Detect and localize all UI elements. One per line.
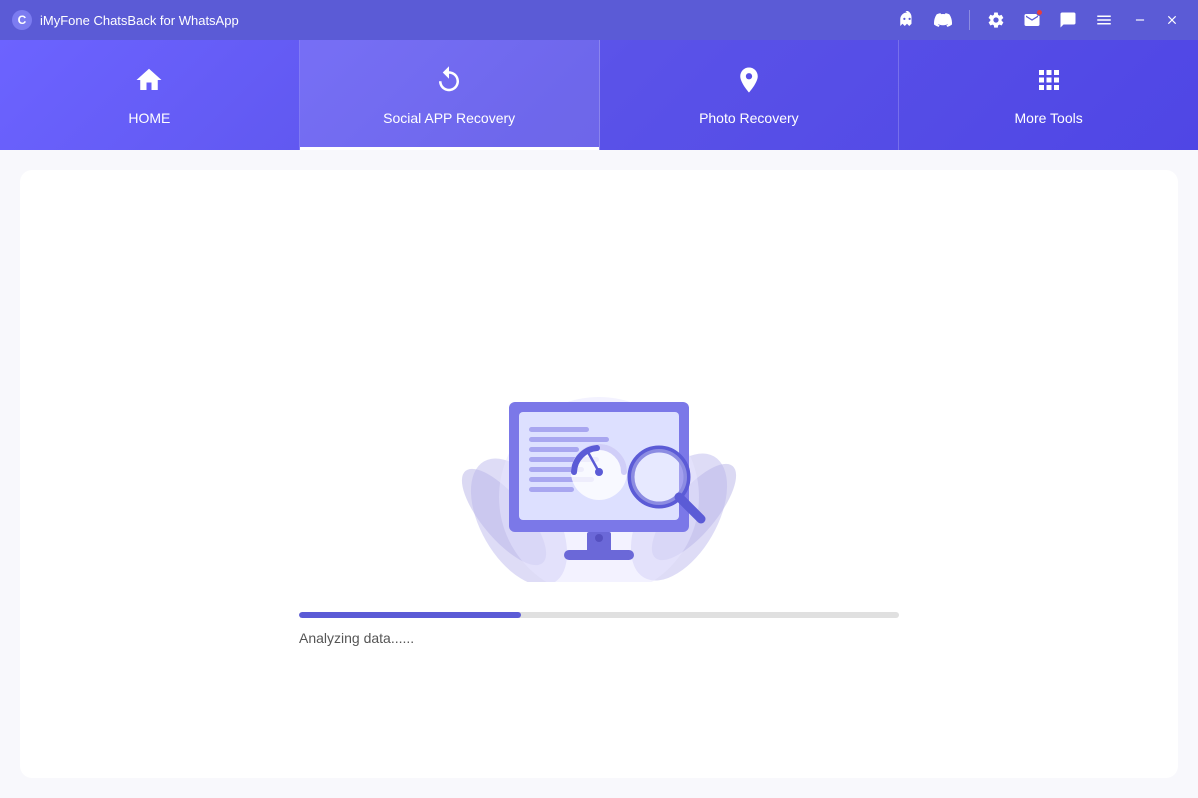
content-area: Analyzing data...... [20, 170, 1178, 778]
window-controls [1126, 6, 1186, 34]
menu-icon[interactable] [1090, 6, 1118, 34]
main-content: Analyzing data...... [0, 150, 1198, 798]
titlebar-icons [893, 6, 1118, 34]
progress-label: Analyzing data...... [299, 630, 414, 646]
social-app-recovery-icon [434, 65, 464, 102]
nav-item-home[interactable]: HOME [0, 40, 300, 150]
progress-bar-background [299, 612, 899, 618]
nav-item-photo-recovery[interactable]: Photo Recovery [600, 40, 900, 150]
chat-icon[interactable] [1054, 6, 1082, 34]
titlebar-separator [969, 10, 970, 30]
discord-icon[interactable] [929, 6, 957, 34]
app-title: iMyFone ChatsBack for WhatsApp [40, 13, 239, 28]
illustration [389, 302, 809, 582]
progress-container: Analyzing data...... [299, 612, 899, 646]
nav-item-social-app-recovery[interactable]: Social APP Recovery [300, 40, 600, 150]
gear-icon[interactable] [982, 6, 1010, 34]
nav-item-more-tools[interactable]: More Tools [899, 40, 1198, 150]
photo-recovery-icon [734, 65, 764, 102]
mail-icon[interactable] [1018, 6, 1046, 34]
nav-label-social-app-recovery: Social APP Recovery [383, 110, 515, 126]
close-button[interactable] [1158, 6, 1186, 34]
minimize-button[interactable] [1126, 6, 1154, 34]
progress-bar-fill [299, 612, 521, 618]
navbar: HOME Social APP Recovery Photo Recovery … [0, 40, 1198, 150]
titlebar-left: C iMyFone ChatsBack for WhatsApp [12, 10, 239, 30]
nav-label-photo-recovery: Photo Recovery [699, 110, 799, 126]
ghost-icon[interactable] [893, 6, 921, 34]
nav-label-home: HOME [128, 110, 170, 126]
home-icon [134, 65, 164, 102]
app-logo: C [12, 10, 32, 30]
nav-label-more-tools: More Tools [1015, 110, 1083, 126]
titlebar: C iMyFone ChatsBack for WhatsApp [0, 0, 1198, 40]
more-tools-icon [1034, 65, 1064, 102]
